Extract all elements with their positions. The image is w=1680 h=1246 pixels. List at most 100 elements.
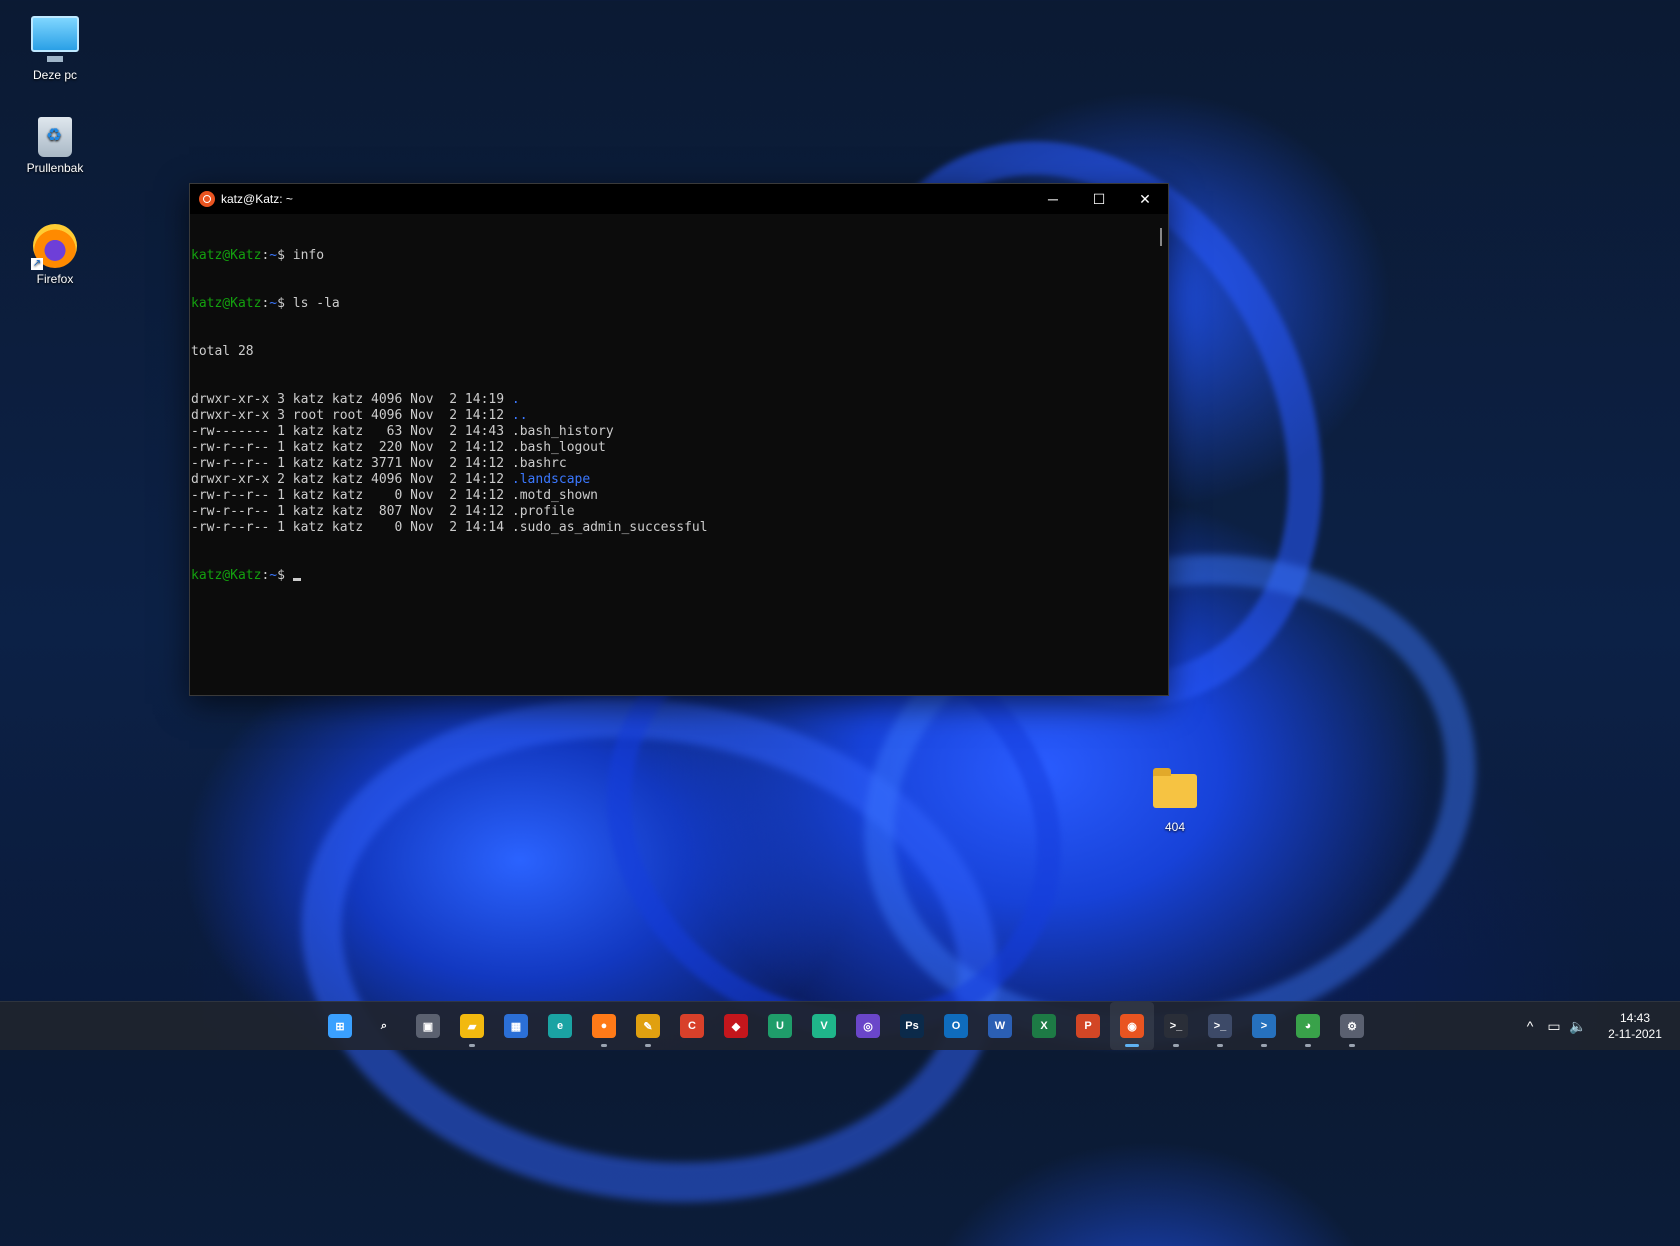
- desktop-icon-label: Firefox: [36, 272, 74, 286]
- listing-file-name: .profile: [511, 504, 575, 519]
- taskbar-settings-button[interactable]: ⚙: [1330, 1002, 1374, 1050]
- folder-icon: [1153, 768, 1197, 808]
- maximize-button[interactable]: ☐: [1076, 184, 1122, 214]
- terminal-line: katz@Katz:~$: [191, 568, 1154, 584]
- terminal-total: total 28: [191, 344, 254, 359]
- taskbar-excel-button[interactable]: X: [1022, 1002, 1066, 1050]
- listing-file-name: .bash_history: [511, 424, 614, 439]
- firefox-icon: ●: [592, 1014, 616, 1038]
- prompt-path: ~: [269, 568, 278, 583]
- prompt-path: ~: [269, 248, 278, 263]
- taskbar-photoshop-button[interactable]: Ps: [890, 1002, 934, 1050]
- desktop-icon-label: 404: [1164, 820, 1186, 834]
- clock[interactable]: 14:43 2-11-2021: [1590, 1010, 1680, 1042]
- listing-row: -rw-r--r-- 1 katz katz 0 Nov 2 14:14 .su…: [191, 520, 1154, 536]
- listing-row: -rw-r--r-- 1 katz katz 807 Nov 2 14:12 .…: [191, 504, 1154, 520]
- edge-icon: e: [548, 1014, 572, 1038]
- terminal-line: katz@Katz:~$ info: [191, 248, 325, 263]
- desktop-icon-this-pc[interactable]: Deze pc: [10, 10, 100, 82]
- taskbar-notes-button[interactable]: ✎: [626, 1002, 670, 1050]
- terminal-command: info: [292, 248, 325, 263]
- desktop-icon-folder-404[interactable]: 404: [1130, 766, 1220, 834]
- listing-meta: -rw------- 1 katz katz 63 Nov 2 14:43: [191, 424, 512, 439]
- text-cursor: [292, 578, 301, 581]
- taskbar-task-view-button[interactable]: ▣: [406, 1002, 450, 1050]
- listing-meta: -rw-r--r-- 1 katz katz 807 Nov 2 14:12: [191, 504, 512, 519]
- prompt-user: katz@Katz: [191, 568, 262, 583]
- listing-meta: drwxr-xr-x 3 katz katz 4096 Nov 2 14:19: [191, 392, 512, 407]
- shield-app-icon: ◆: [724, 1014, 748, 1038]
- listing-row: -rw------- 1 katz katz 63 Nov 2 14:43 .b…: [191, 424, 1154, 440]
- taskbar-powershell-blue-button[interactable]: >: [1242, 1002, 1286, 1050]
- listing-row: -rw-r--r-- 1 katz katz 0 Nov 2 14:12 .mo…: [191, 488, 1154, 504]
- powershell-blue-icon: >: [1252, 1014, 1276, 1038]
- u-app-icon: U: [768, 1014, 792, 1038]
- clock-date: 2-11-2021: [1608, 1027, 1662, 1041]
- close-button[interactable]: ✕: [1122, 184, 1168, 214]
- taskbar-start-button-button[interactable]: ⊞: [318, 1002, 362, 1050]
- terminal-scrollbar[interactable]: [1154, 214, 1168, 695]
- terminal-output[interactable]: katz@Katz:~$ info katz@Katz:~$ ls -la to…: [190, 214, 1154, 695]
- window-titlebar[interactable]: katz@Katz: ~ ─ ☐ ✕: [190, 184, 1168, 214]
- terminal-window[interactable]: katz@Katz: ~ ─ ☐ ✕ katz@Katz:~$ info kat…: [189, 183, 1169, 696]
- taskbar-outlook-button[interactable]: O: [934, 1002, 978, 1050]
- purple-app-icon: ◎: [856, 1014, 880, 1038]
- desktop-icon-label: Deze pc: [32, 68, 78, 82]
- taskbar-u-app-button[interactable]: U: [758, 1002, 802, 1050]
- taskbar-search-button[interactable]: ⌕: [362, 1002, 406, 1050]
- listing-file-name: .bash_logout: [511, 440, 606, 455]
- taskbar-file-explorer-button[interactable]: ▰: [450, 1002, 494, 1050]
- volume-icon[interactable]: 🔈: [1566, 1018, 1590, 1035]
- taskbar: ⊞ ⌕ ▣ ▰ ▦ e ● ✎ C ◆ U V ◎ Ps O W X P ◉ >_ >_ > ◕ ⚙ ^ ▭ 🔈 14:43 …: [0, 1001, 1680, 1050]
- listing-meta: drwxr-xr-x 2 katz katz 4096 Nov 2 14:12: [191, 472, 512, 487]
- terminal-icon: >_: [1164, 1014, 1188, 1038]
- prompt-user: katz@Katz: [191, 248, 262, 263]
- taskbar-shield-app-button[interactable]: ◆: [714, 1002, 758, 1050]
- listing-file-name: .motd_shown: [511, 488, 598, 503]
- listing-file-name: .bashrc: [511, 456, 567, 471]
- tray-overflow-chevron-icon[interactable]: ^: [1518, 1018, 1542, 1034]
- terminal-command: ls -la: [292, 296, 340, 311]
- notes-icon: ✎: [636, 1014, 660, 1038]
- taskbar-purple-app-button[interactable]: ◎: [846, 1002, 890, 1050]
- listing-meta: -rw-r--r-- 1 katz katz 0 Nov 2 14:14: [191, 520, 512, 535]
- outlook-icon: O: [944, 1014, 968, 1038]
- ubuntu-icon: [199, 191, 215, 207]
- photoshop-icon: Ps: [900, 1014, 924, 1038]
- recycle-bin-icon: [38, 117, 72, 157]
- taskbar-terminal-button[interactable]: >_: [1154, 1002, 1198, 1050]
- taskbar-powershell-button[interactable]: >_: [1198, 1002, 1242, 1050]
- network-icon[interactable]: ▭: [1542, 1018, 1566, 1035]
- taskbar-ccleaner-button[interactable]: C: [670, 1002, 714, 1050]
- system-tray: ^ ▭ 🔈 14:43 2-11-2021: [1518, 1002, 1680, 1050]
- clock-time: 14:43: [1619, 1011, 1651, 1025]
- v-app-icon: V: [812, 1014, 836, 1038]
- desktop-icon-recycle-bin[interactable]: Prullenbak: [10, 117, 100, 175]
- desktop-icon-firefox[interactable]: ↗ Firefox: [10, 224, 100, 286]
- listing-dir-name: .landscape: [511, 472, 591, 487]
- taskbar-word-button[interactable]: W: [978, 1002, 1022, 1050]
- ccleaner-icon: C: [680, 1014, 704, 1038]
- powershell-icon: >_: [1208, 1014, 1232, 1038]
- listing-row: drwxr-xr-x 2 katz katz 4096 Nov 2 14:12 …: [191, 472, 1154, 488]
- minimize-button[interactable]: ─: [1030, 184, 1076, 214]
- listing-row: -rw-r--r-- 1 katz katz 3771 Nov 2 14:12 …: [191, 456, 1154, 472]
- microsoft-store-icon: ▦: [504, 1014, 528, 1038]
- listing-dir-name: .: [511, 392, 520, 407]
- scrollbar-thumb[interactable]: [1160, 228, 1162, 246]
- taskbar-powerpoint-button[interactable]: P: [1066, 1002, 1110, 1050]
- taskbar-ubuntu-button[interactable]: ◉: [1110, 1002, 1154, 1050]
- search-icon: ⌕: [380, 1019, 388, 1032]
- listing-file-name: .sudo_as_admin_successful: [511, 520, 708, 535]
- wallpaper-swirl: [268, 653, 1032, 1246]
- task-view-icon: ▣: [416, 1014, 440, 1038]
- listing-row: drwxr-xr-x 3 katz katz 4096 Nov 2 14:19 …: [191, 392, 1154, 408]
- taskbar-edge-button[interactable]: e: [538, 1002, 582, 1050]
- listing-meta: -rw-r--r-- 1 katz katz 3771 Nov 2 14:12: [191, 456, 512, 471]
- taskbar-microsoft-store-button[interactable]: ▦: [494, 1002, 538, 1050]
- taskbar-globe-app-button[interactable]: ◕: [1286, 1002, 1330, 1050]
- taskbar-v-app-button[interactable]: V: [802, 1002, 846, 1050]
- ubuntu-icon: ◉: [1120, 1014, 1144, 1038]
- firefox-icon: ↗: [31, 224, 77, 270]
- taskbar-firefox-button[interactable]: ●: [582, 1002, 626, 1050]
